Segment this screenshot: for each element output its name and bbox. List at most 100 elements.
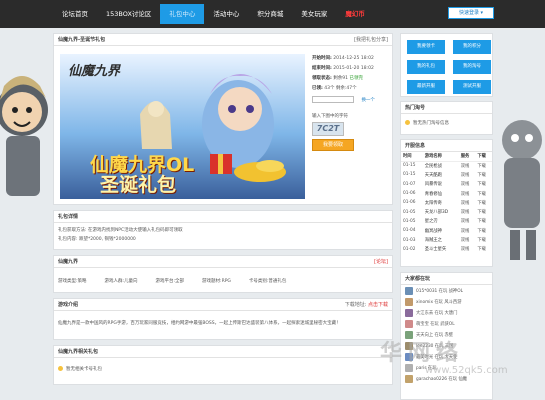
hot-item-text: 暂无热门淘号信息 bbox=[413, 121, 449, 126]
banner-logo-text: 仙魔九界 bbox=[68, 64, 121, 79]
table-row: 01-05 星之刃 双线 下载 bbox=[401, 217, 492, 226]
my-tao-button[interactable]: 我的淘号 bbox=[453, 60, 491, 74]
server-download[interactable]: 下载 bbox=[475, 207, 492, 216]
table-header-row: 时间 游戏名称 服务 下载 bbox=[401, 152, 492, 162]
sidebar-buttons: 我要领卡 我的积分 我的礼包 我的淘号 最新开服 测试开服 bbox=[400, 33, 493, 97]
refresh-link[interactable]: 换一个 bbox=[361, 98, 375, 103]
watermark-url: www.52qk5.com bbox=[425, 365, 508, 376]
quick-login-button[interactable]: 快速登录 ▾ bbox=[448, 7, 494, 19]
gift-panel: 仙魔九界-圣诞节礼包 [我把礼包分享] 仙魔九界 仙魔九界OL 圣诞礼包 开始时… bbox=[53, 33, 393, 205]
server-rows: 01-15 全民枪战 双线 下载 01-15 天天酷跑 双线 下载 01-07 风暴传说 双线 下载 0… bbox=[401, 161, 492, 254]
nav-forum[interactable]: 153BOX讨论区 bbox=[97, 4, 160, 24]
claim-button[interactable]: 我要领取 bbox=[312, 139, 354, 151]
related-title: 仙魔九界相关礼包 bbox=[58, 349, 99, 355]
server-download[interactable]: 下载 bbox=[475, 170, 492, 179]
count-value: 43个 剩余:47个 bbox=[324, 86, 357, 91]
server-download[interactable]: 下载 bbox=[475, 226, 492, 235]
related-panel: 仙魔九界相关礼包 暂无相关卡号礼包 bbox=[53, 345, 393, 385]
table-row: 01-03 海贼王之 双线 下载 bbox=[401, 235, 492, 244]
card-category: 卡号类别:普通礼包 bbox=[248, 279, 287, 284]
server-download[interactable]: 下载 bbox=[475, 245, 492, 254]
server-game[interactable]: 青春修仙 bbox=[423, 189, 459, 198]
hot-title: 热门淘号 bbox=[405, 105, 426, 111]
test-servers-button[interactable]: 测试开服 bbox=[453, 80, 491, 94]
list-item[interactable]: 大江东去 在玩 大唐门 bbox=[401, 307, 492, 318]
details-line-2: 礼包内容: 跌望*2000, 铜钱*2000000 bbox=[58, 237, 136, 242]
captcha-image[interactable]: 7C2T bbox=[312, 122, 344, 136]
server-download[interactable]: 下载 bbox=[475, 180, 492, 189]
server-game[interactable]: 全民枪战 bbox=[423, 161, 459, 170]
sidebar-button-grid: 我要领卡 我的积分 我的礼包 我的淘号 最新开服 测试开服 bbox=[401, 34, 492, 94]
intro-panel: 游戏介绍 下载地址: 点击下载 仙魔九界是一款中国风的RPG手游，百万玩家同服竞… bbox=[53, 298, 393, 340]
nav-activities[interactable]: 活动中心 bbox=[204, 4, 248, 24]
list-item[interactable]: xinomix 在玩 风斗西游 bbox=[401, 296, 492, 307]
avatar bbox=[405, 308, 413, 317]
server-game[interactable]: 天天酷跑 bbox=[423, 170, 459, 179]
server-game[interactable]: 圣斗士星矢 bbox=[423, 245, 459, 254]
my-gifts-button[interactable]: 我的礼包 bbox=[407, 60, 445, 74]
related-header: 仙魔九界相关礼包 bbox=[54, 346, 392, 358]
server-time: 01-04 bbox=[403, 228, 416, 234]
related-item-text: 暂无相关卡号礼包 bbox=[66, 367, 102, 372]
player-activity: 015*0031 在玩 战神OL bbox=[416, 288, 463, 294]
forum-link[interactable]: [论坛] bbox=[374, 256, 388, 267]
related-item: 暂无相关卡号礼包 bbox=[54, 365, 392, 374]
server-type: 双线 bbox=[460, 163, 470, 169]
server-download[interactable]: 下载 bbox=[475, 217, 492, 226]
col-game: 游戏名称 bbox=[422, 152, 459, 162]
nav-beauty-players[interactable]: 美女玩家 bbox=[292, 4, 336, 24]
key-field[interactable] bbox=[312, 96, 354, 103]
status-tag: 已领完 bbox=[349, 76, 363, 81]
server-type: 双线 bbox=[460, 210, 470, 216]
table-row: 01-06 太阳传奇 双线 下载 bbox=[401, 198, 492, 207]
server-type: 双线 bbox=[460, 247, 470, 253]
server-game[interactable]: 风暴传说 bbox=[423, 180, 459, 189]
player-activity: 大江东去 在玩 大唐门 bbox=[416, 310, 458, 316]
server-download[interactable]: 下载 bbox=[475, 235, 492, 244]
table-row: 01-15 全民枪战 双线 下载 bbox=[401, 161, 492, 170]
server-game[interactable]: 星之刃 bbox=[423, 217, 459, 226]
cartoon-character-right bbox=[502, 120, 542, 260]
details-line-1: 礼包获取方法: 在游戏内找到NPC活动大使输入礼包码即可领取 bbox=[58, 228, 183, 233]
nav-points-mall[interactable]: 积分商城 bbox=[248, 4, 292, 24]
start-time-row: 开始时间: 2014-12-25 18:02 bbox=[312, 54, 392, 64]
key-row: 换一个 bbox=[312, 96, 392, 106]
table-row: 01-06 青春修仙 双线 下载 bbox=[401, 189, 492, 198]
server-download[interactable]: 下载 bbox=[475, 161, 492, 170]
list-item[interactable]: 萌宝宝 在玩 武侠OL bbox=[401, 318, 492, 329]
end-time-label: 结束时间: bbox=[312, 66, 332, 71]
end-time-row: 结束时间: 2015-01-20 18:02 bbox=[312, 64, 392, 74]
server-game[interactable]: 太阳传奇 bbox=[423, 198, 459, 207]
server-time: 01-03 bbox=[403, 237, 416, 243]
server-game[interactable]: 天龙八部3D bbox=[423, 207, 459, 216]
player-activity: 萌宝宝 在玩 武侠OL bbox=[416, 321, 455, 327]
latest-servers-button[interactable]: 最新开服 bbox=[407, 80, 445, 94]
game-theme: 游戏题材:RPG bbox=[202, 279, 231, 284]
server-game[interactable]: 海贼王之 bbox=[423, 235, 459, 244]
avatar bbox=[405, 319, 413, 328]
avatar bbox=[405, 297, 413, 306]
download-link[interactable]: 点击下载 bbox=[368, 302, 388, 308]
avatar bbox=[405, 286, 413, 295]
hot-item: 暂无热门淘号信息 bbox=[401, 119, 492, 128]
nav-coins[interactable]: 魔幻币 bbox=[336, 4, 374, 24]
count-label: 已领: bbox=[312, 86, 323, 91]
game-audience: 游戏人群:儿童向 bbox=[104, 279, 138, 284]
list-item[interactable]: 015*0031 在玩 战神OL bbox=[401, 285, 492, 296]
server-download[interactable]: 下载 bbox=[475, 189, 492, 198]
nav-items: 论坛首页 153BOX讨论区 礼包中心 活动中心 积分商城 美女玩家 魔幻币 bbox=[53, 4, 493, 24]
server-download[interactable]: 下载 bbox=[475, 198, 492, 207]
server-time: 01-02 bbox=[403, 246, 416, 252]
table-row: 01-15 天天酷跑 双线 下载 bbox=[401, 170, 492, 179]
col-time: 时间 bbox=[401, 152, 423, 162]
game-panel: 仙魔九界 [论坛] 游戏类型:策略 游戏人群:儿童向 游戏平台:全部 游戏题材:… bbox=[53, 255, 393, 293]
my-points-button[interactable]: 我的积分 bbox=[453, 40, 491, 54]
server-type: 双线 bbox=[460, 191, 470, 197]
hot-header: 热门淘号 bbox=[401, 102, 492, 114]
open-server-header: 开服信息 bbox=[401, 140, 492, 152]
nav-gift-center[interactable]: 礼包中心 bbox=[160, 4, 205, 24]
share-link[interactable]: [我把礼包分享] bbox=[354, 34, 388, 45]
server-game[interactable]: 幽冥战神 bbox=[423, 226, 459, 235]
nav-home[interactable]: 论坛首页 bbox=[53, 4, 97, 24]
get-card-button[interactable]: 我要领卡 bbox=[407, 40, 445, 54]
